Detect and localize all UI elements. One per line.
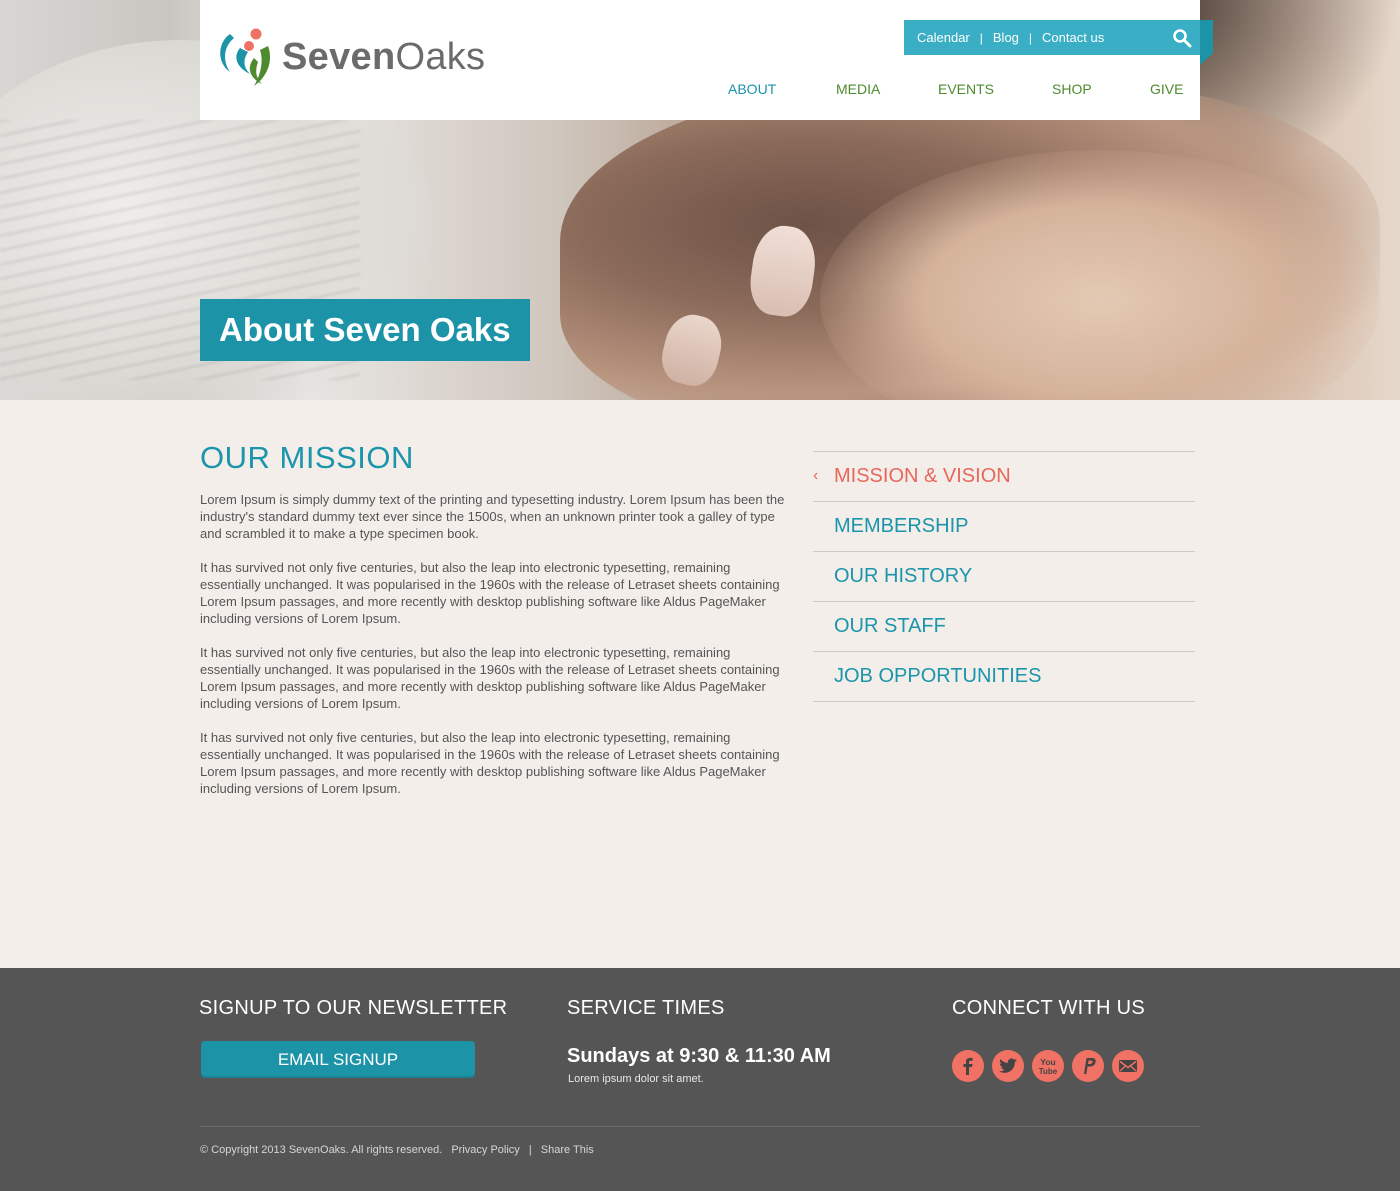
mission-paragraph: It has survived not only five centuries,… [200,730,780,796]
contact-link[interactable]: Contact us [1042,30,1104,45]
blog-link[interactable]: Blog [993,30,1019,45]
search-icon[interactable] [1172,28,1192,48]
youtube-icon[interactable]: You Tube [1032,1050,1064,1082]
nav-about[interactable]: ABOUT [728,81,776,97]
facebook-icon[interactable] [952,1050,984,1082]
service-subtext: Lorem ipsum dolor sit amet. [568,1073,704,1085]
hero-title: About Seven Oaks [200,299,530,361]
nav-shop[interactable]: SHOP [1052,81,1092,97]
sidebar-item-our-history[interactable]: OUR HISTORY [813,552,1195,602]
sidebar-item-label: OUR STAFF [834,615,946,637]
sidebar-item-mission-vision[interactable]: ‹ MISSION & VISION [813,452,1195,502]
mission-body: Lorem Ipsum is simply dummy text of the … [200,491,790,814]
chevron-left-icon: ‹ [813,467,819,484]
sidebar-item-membership[interactable]: MEMBERSHIP [813,502,1195,552]
svg-text:You: You [1040,1057,1055,1067]
privacy-policy-link[interactable]: Privacy Policy [451,1144,519,1156]
email-signup-button[interactable]: EMAIL SIGNUP [201,1041,475,1078]
mission-paragraph: Lorem Ipsum is simply dummy text of the … [200,492,785,541]
footer-separator: | [528,1144,532,1156]
sidebar-item-label: MEMBERSHIP [834,515,969,537]
mission-paragraph: It has survived not only five centuries,… [200,645,780,711]
brand-name[interactable]: SevenOaks [282,36,485,79]
utility-bar: Calendar | Blog | Contact us [904,20,1200,55]
mission-paragraph: It has survived not only five centuries,… [200,560,780,626]
social-links: You Tube [952,1050,1152,1082]
sidebar-item-label: MISSION & VISION [834,465,1011,487]
page-title: OUR MISSION [200,440,414,475]
nav-give[interactable]: GIVE [1150,81,1183,97]
newsletter-heading: SIGNUP TO OUR NEWSLETTER [199,997,508,1019]
logo-icon[interactable] [216,28,276,88]
sidebar-item-label: JOB OPPORTUNITIES [834,665,1042,687]
paypal-icon[interactable] [1072,1050,1104,1082]
calendar-link[interactable]: Calendar [917,30,970,45]
share-this-link[interactable]: Share This [541,1144,594,1156]
site-header: SevenOaks Calendar | Blog | Contact us A… [200,0,1213,120]
utility-bar-fold [1200,20,1213,65]
footer-divider [200,1126,1200,1127]
nav-media[interactable]: MEDIA [836,81,880,97]
utility-separator: | [1028,30,1033,45]
brand-name-light: Oaks [395,36,486,78]
sidebar-nav: ‹ MISSION & VISION MEMBERSHIP OUR HISTOR… [813,451,1195,702]
twitter-icon[interactable] [992,1050,1024,1082]
email-icon[interactable] [1112,1050,1144,1082]
service-times-heading: SERVICE TIMES [567,997,725,1019]
service-time: Sundays at 9:30 & 11:30 AM [567,1045,831,1067]
svg-text:Tube: Tube [1039,1067,1058,1076]
connect-heading: CONNECT WITH US [952,997,1146,1019]
utility-separator: | [979,30,983,45]
sidebar-item-our-staff[interactable]: OUR STAFF [813,602,1195,652]
nav-events[interactable]: EVENTS [938,81,994,97]
sidebar-item-label: OUR HISTORY [834,565,973,587]
sidebar-item-job-opportunities[interactable]: JOB OPPORTUNITIES [813,652,1195,702]
copyright-text: © Copyright 2013 SevenOaks. All rights r… [200,1144,443,1156]
brand-name-bold: Seven [282,36,396,78]
footer-legal: © Copyright 2013 SevenOaks. All rights r… [200,1144,600,1156]
